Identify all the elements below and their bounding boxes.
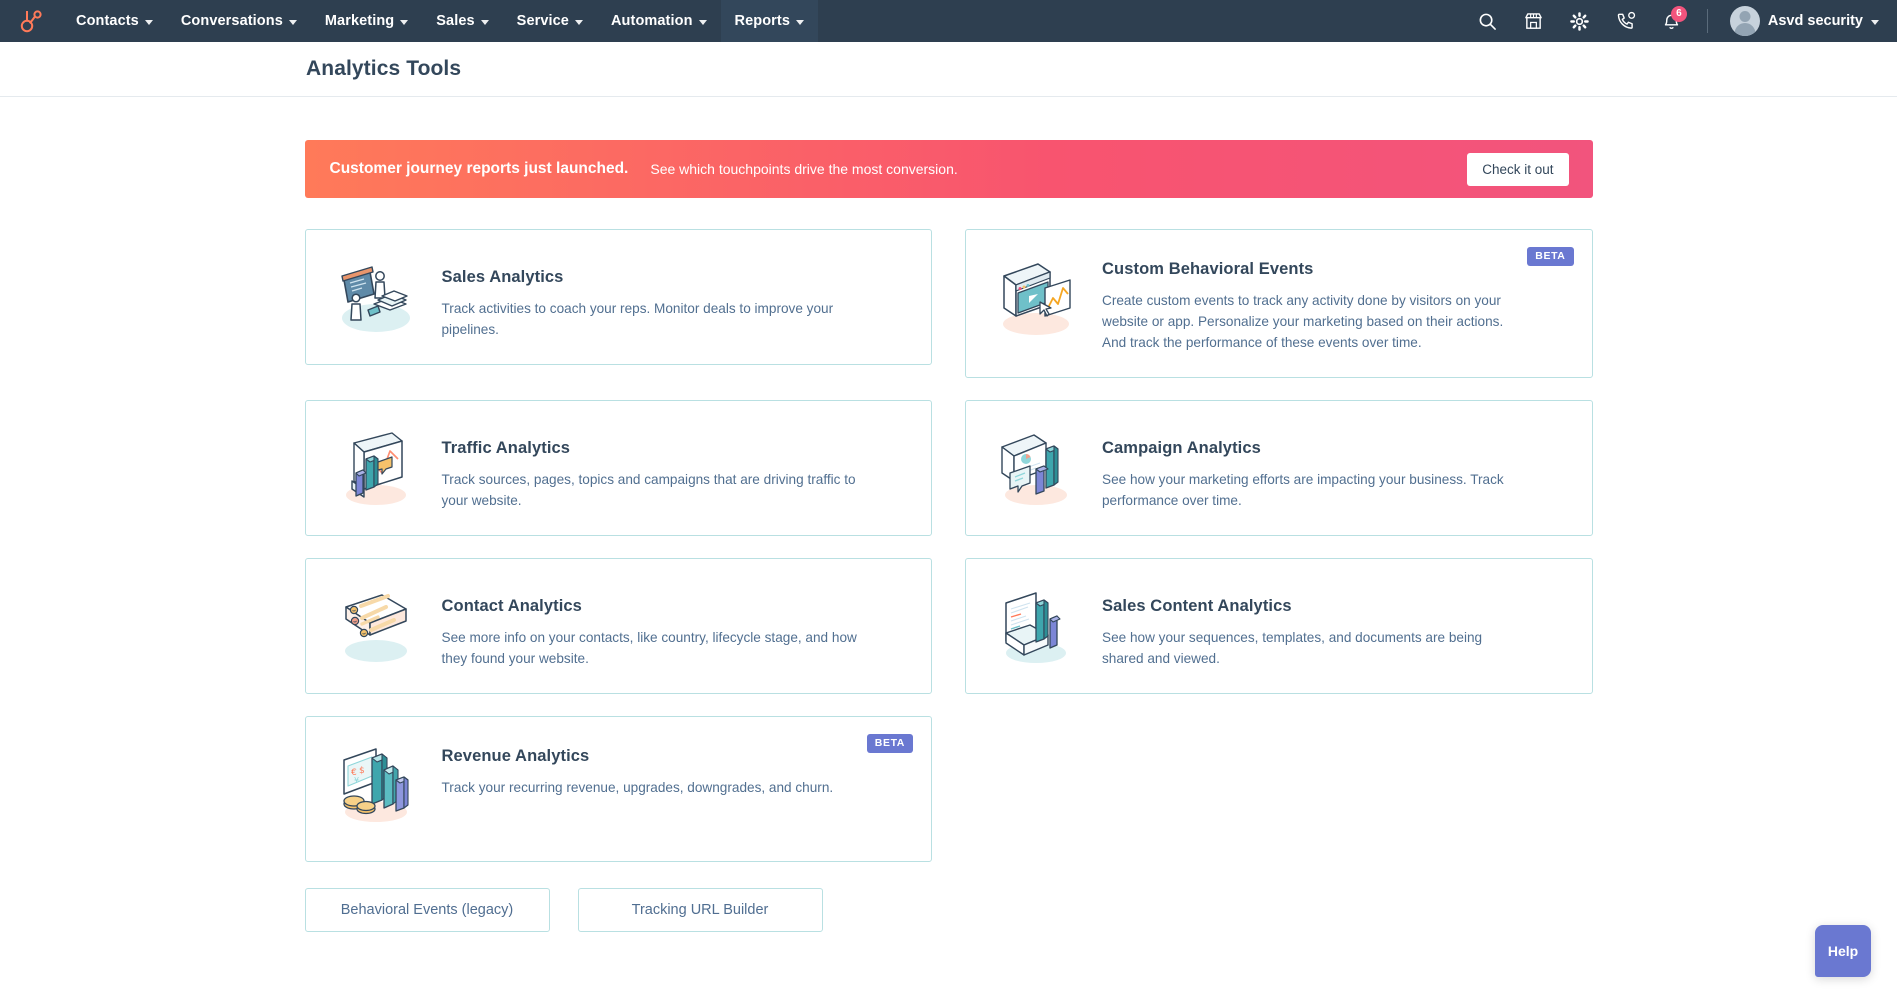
chevron-down-icon [480, 19, 489, 25]
beta-badge: BETA [866, 734, 913, 753]
chevron-down-icon [796, 19, 805, 25]
card-description: Track activities to coach your reps. Mon… [441, 301, 834, 338]
card-body: Contact Analytics See more info on your … [442, 583, 906, 669]
card-traffic-analytics[interactable]: Traffic Analytics Track sources, pages, … [304, 400, 932, 537]
nav-item-service[interactable]: Service [503, 0, 597, 42]
traffic-analytics-illustration [328, 429, 424, 509]
card-description: Track sources, pages, topics and campaig… [441, 472, 856, 509]
secondary-actions: Behavioral Events (legacy) Tracking URL … [304, 888, 1593, 933]
chevron-down-icon [574, 19, 583, 25]
nav-item-label: Contacts [76, 13, 139, 29]
nav-item-label: Sales [436, 13, 475, 29]
card-description: Track your recurring revenue, upgrades, … [441, 780, 834, 796]
nav-divider [1706, 9, 1708, 33]
card-title: Campaign Analytics [1102, 439, 1261, 458]
page-content: Customer journey reports just launched. … [0, 97, 1897, 933]
card-description: See how your marketing efforts are impac… [1102, 472, 1504, 509]
promo-banner-subtext: See which touchpoints drive the most con… [650, 161, 958, 177]
card-sales-analytics[interactable]: Sales Analytics Track activities to coac… [304, 229, 932, 366]
svg-text:$: $ [359, 766, 365, 776]
account-name-label: Asvd security [1767, 13, 1863, 29]
chevron-down-icon [1871, 19, 1879, 25]
card-title: Custom Behavioral Events [1102, 260, 1314, 278]
card-title: Traffic Analytics [441, 439, 571, 458]
card-description: See how your sequences, templates, and d… [1102, 630, 1483, 667]
revenue-analytics-illustration: € $ ¥ [328, 745, 424, 825]
nav-item-label: Marketing [324, 13, 395, 29]
nav-item-marketing[interactable]: Marketing [311, 0, 422, 42]
nav-item-sales[interactable]: Sales [422, 0, 502, 42]
account-menu[interactable]: Asvd security [1720, 6, 1879, 36]
contact-analytics-illustration [328, 587, 424, 667]
nav-item-automation[interactable]: Automation [597, 0, 721, 42]
card-title: Contact Analytics [441, 597, 582, 616]
search-icon[interactable] [1465, 0, 1511, 42]
card-campaign-analytics[interactable]: Campaign Analytics See how your marketin… [965, 400, 1593, 537]
card-body: Sales Content Analytics See how your seq… [1102, 583, 1566, 669]
nav-item-label: Automation [610, 13, 693, 29]
chevron-down-icon [288, 19, 297, 25]
card-body: Custom Behavioral Events Create custom e… [1102, 254, 1566, 353]
beta-badge: BETA [1527, 247, 1574, 266]
card-body: Sales Analytics Track activities to coac… [442, 254, 906, 340]
chevron-down-icon [698, 19, 707, 25]
campaign-analytics-illustration [988, 429, 1084, 509]
card-sales-content-analytics[interactable]: Sales Content Analytics See how your seq… [965, 558, 1593, 695]
nav-item-label: Service [516, 13, 569, 29]
nav-item-contacts[interactable]: Contacts [62, 0, 167, 42]
page-header: Analytics Tools [0, 42, 1897, 97]
custom-behavioral-events-illustration [988, 258, 1084, 338]
card-contact-analytics[interactable]: Contact Analytics See more info on your … [304, 558, 932, 695]
avatar [1729, 6, 1760, 36]
card-title: Revenue Analytics [441, 747, 590, 766]
card-body: Traffic Analytics Track sources, pages, … [442, 425, 906, 511]
card-body: Campaign Analytics See how your marketin… [1102, 425, 1566, 511]
notification-count-badge: 6 [1670, 6, 1687, 22]
gear-icon[interactable] [1557, 0, 1603, 42]
card-revenue-analytics[interactable]: BETA € $ ¥ Revenue Analytics Track your … [304, 716, 932, 863]
nav-item-reports[interactable]: Reports [720, 0, 819, 42]
analytics-tools-grid: Sales Analytics Track activities to coac… [304, 229, 1593, 863]
nav-utility-icons: 6 Asvd security [1465, 0, 1897, 42]
promo-banner: Customer journey reports just launched. … [304, 140, 1593, 198]
card-description: See more info on your contacts, like cou… [441, 630, 857, 667]
sales-analytics-illustration [328, 258, 424, 338]
card-title: Sales Content Analytics [1102, 597, 1292, 616]
phone-icon[interactable] [1603, 0, 1649, 42]
marketplace-icon[interactable] [1511, 0, 1557, 42]
svg-text:¥: ¥ [354, 776, 359, 785]
help-button[interactable]: Help [1815, 925, 1871, 977]
card-title: Sales Analytics [441, 268, 564, 286]
notifications-bell-icon[interactable]: 6 [1649, 0, 1695, 42]
check-it-out-button[interactable]: Check it out [1467, 152, 1569, 186]
chevron-down-icon [400, 19, 409, 25]
card-body: Revenue Analytics Track your recurring r… [442, 741, 906, 798]
card-custom-behavioral-events[interactable]: BETA Custom Behavioral Events Create cus… [965, 229, 1593, 379]
page-title: Analytics Tools [306, 57, 462, 80]
hubspot-sprocket-icon[interactable] [0, 0, 62, 42]
promo-banner-headline: Customer journey reports just launched. [329, 160, 629, 177]
behavioral-events-legacy-button[interactable]: Behavioral Events (legacy) [304, 888, 550, 933]
chevron-down-icon [144, 19, 153, 25]
nav-item-label: Conversations [180, 13, 283, 29]
nav-item-conversations[interactable]: Conversations [167, 0, 311, 42]
main-menu: Contacts Conversations Marketing Sales S… [62, 0, 819, 42]
nav-item-label: Reports [734, 13, 791, 29]
sales-content-analytics-illustration [988, 587, 1084, 667]
content-wrapper: Customer journey reports just launched. … [304, 140, 1593, 933]
card-description: Create custom events to track any activi… [1102, 293, 1504, 351]
top-navigation-bar: Contacts Conversations Marketing Sales S… [0, 0, 1897, 42]
tracking-url-builder-button[interactable]: Tracking URL Builder [577, 888, 823, 933]
